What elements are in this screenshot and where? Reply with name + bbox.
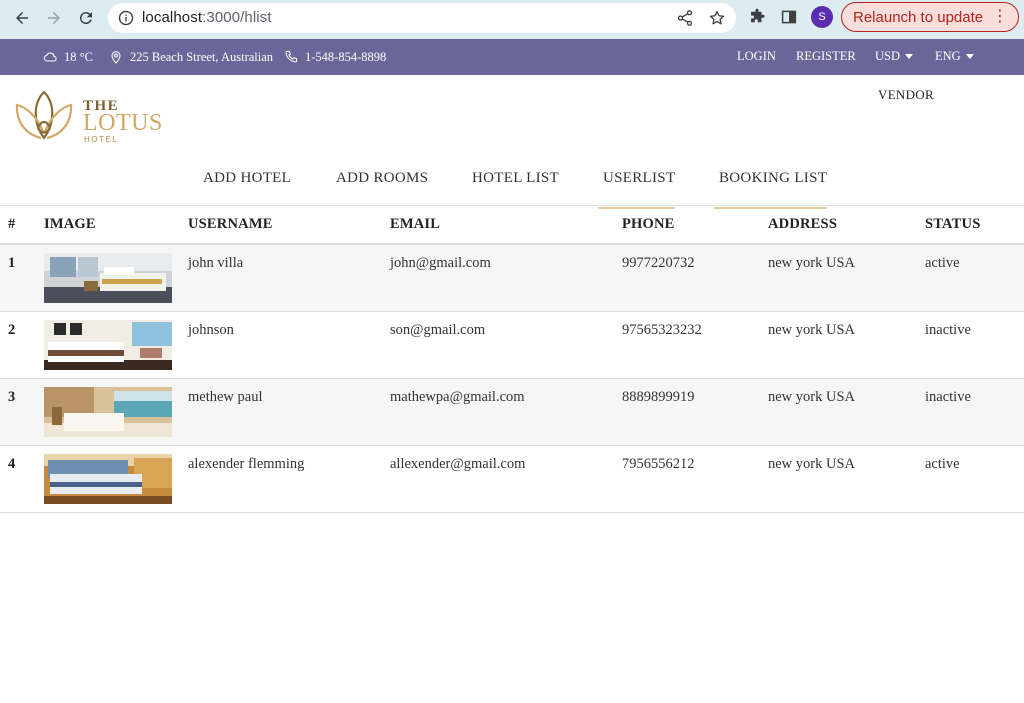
vendor-link[interactable]: VENDOR xyxy=(878,87,934,103)
nav-booking-list[interactable]: BOOKING LIST xyxy=(713,170,828,209)
email-cell: john@gmail.com xyxy=(390,255,491,271)
column-header-address: ADDRESS xyxy=(768,216,838,232)
hotel-room-image xyxy=(44,320,172,370)
nav-add-hotel[interactable]: ADD HOTEL xyxy=(203,170,291,187)
url-host: localhost xyxy=(142,9,203,26)
status-cell: active xyxy=(925,255,960,271)
info-icon[interactable] xyxy=(118,10,134,26)
status-cell: active xyxy=(925,456,960,472)
address-cell: new york USA xyxy=(768,255,855,271)
currency-label: USD xyxy=(875,49,901,63)
room-thumbnail xyxy=(44,320,172,370)
share-icon[interactable] xyxy=(676,9,694,27)
phone-text: 1-548-854-8898 xyxy=(305,49,387,64)
phone-icon xyxy=(285,50,298,63)
username-cell: johnson xyxy=(188,322,234,338)
column-header-phone: PHONE xyxy=(622,216,675,232)
logo-hotel-text: HOTEL xyxy=(84,135,119,144)
relaunch-update-button[interactable]: Relaunch to update ⋮ xyxy=(841,2,1019,32)
column-header-email: EMAIL xyxy=(390,216,441,232)
row-index: 1 xyxy=(8,255,16,271)
url-text: localhost:3000/hlist xyxy=(142,9,272,26)
address-text: 225 Beach Street, Australian xyxy=(130,49,274,64)
arrow-right-icon xyxy=(48,12,60,24)
nav-add-rooms[interactable]: ADD ROOMS xyxy=(336,170,428,187)
room-thumbnail xyxy=(44,387,172,437)
table-header-row: # IMAGE USERNAME EMAIL PHONE ADDRESS STA… xyxy=(0,207,1024,245)
phone-cell: 9977220732 xyxy=(622,255,695,271)
column-header-username: USERNAME xyxy=(188,216,273,232)
room-thumbnail xyxy=(44,454,172,504)
caret-down-icon xyxy=(965,54,974,59)
reload-button[interactable] xyxy=(74,6,98,30)
relaunch-label: Relaunch to update xyxy=(853,8,984,26)
site-logo[interactable]: THE LOTUS HOTEL xyxy=(14,88,164,146)
url-path: :3000/hlist xyxy=(202,9,272,26)
login-label: LOGIN xyxy=(737,49,776,63)
user-table: # IMAGE USERNAME EMAIL PHONE ADDRESS STA… xyxy=(0,207,1024,513)
arrow-left-icon xyxy=(16,12,28,24)
nav-userlist[interactable]: USERLIST xyxy=(597,170,676,209)
address-bar[interactable]: localhost:3000/hlist xyxy=(108,3,736,33)
more-vert-icon[interactable]: ⋮ xyxy=(992,8,1008,26)
table-row[interactable]: 4 alexender flemming allexender@gmail.co… xyxy=(0,446,1024,513)
extensions-puzzle-icon[interactable] xyxy=(748,8,766,26)
table-row[interactable]: 2 johnson son@gmail.com 97565323232 new … xyxy=(0,312,1024,379)
language-label: ENG xyxy=(935,49,961,63)
reload-icon xyxy=(79,12,92,25)
main-navigation: ADD HOTEL ADD ROOMS HOTEL LIST USERLIST … xyxy=(0,150,1024,209)
back-button[interactable] xyxy=(10,6,34,30)
phone-cell: 7956556212 xyxy=(622,456,695,472)
address-cell: new york USA xyxy=(768,456,855,472)
row-index: 3 xyxy=(8,389,16,405)
email-cell: mathewpa@gmail.com xyxy=(390,389,525,405)
table-row[interactable]: 1 john villa john@gmail.com 9977220732 n… xyxy=(0,245,1024,312)
address-cell: new york USA xyxy=(768,322,855,338)
username-cell: methew paul xyxy=(188,389,263,405)
hotel-room-image xyxy=(44,454,172,504)
room-thumbnail xyxy=(44,253,172,303)
language-dropdown[interactable]: ENG xyxy=(935,49,974,64)
currency-dropdown[interactable]: USD xyxy=(875,49,914,64)
hotel-room-image xyxy=(44,253,172,303)
forward-button[interactable] xyxy=(42,6,66,30)
side-panel-icon[interactable] xyxy=(780,8,798,26)
email-cell: son@gmail.com xyxy=(390,322,486,338)
username-cell: john villa xyxy=(188,255,244,271)
register-label: REGISTER xyxy=(796,49,856,63)
top-info-bar: 18 °C 225 Beach Street, Australian 1-548… xyxy=(0,39,1024,75)
phone-info: 1-548-854-8898 xyxy=(283,49,386,65)
status-cell: inactive xyxy=(925,322,971,338)
login-link[interactable]: LOGIN xyxy=(737,49,776,64)
lotus-logo-icon xyxy=(15,90,73,140)
register-link[interactable]: REGISTER xyxy=(796,49,856,64)
column-header-index: # xyxy=(8,216,16,232)
nav-hotel-list[interactable]: HOTEL LIST xyxy=(472,170,559,187)
status-cell: inactive xyxy=(925,389,971,405)
column-header-status: STATUS xyxy=(925,216,981,232)
weather-text: 18 °C xyxy=(64,49,93,64)
phone-cell: 97565323232 xyxy=(622,322,702,338)
browser-toolbar: localhost:3000/hlist S Relaunch to updat… xyxy=(0,0,1024,39)
bookmark-star-icon[interactable] xyxy=(708,9,726,27)
caret-down-icon xyxy=(905,54,914,59)
column-header-image: IMAGE xyxy=(44,216,96,232)
cloud-icon xyxy=(43,52,57,62)
weather-info: 18 °C xyxy=(42,49,93,65)
location-pin-icon xyxy=(111,51,121,64)
row-index: 2 xyxy=(8,322,16,338)
hotel-room-image xyxy=(44,387,172,437)
phone-cell: 8889899919 xyxy=(622,389,695,405)
table-row[interactable]: 3 methew paul mathewpa@gmail.com 8889899… xyxy=(0,379,1024,446)
row-index: 4 xyxy=(8,456,16,472)
email-cell: allexender@gmail.com xyxy=(390,456,526,472)
logo-lotus-text: LOTUS xyxy=(83,110,163,136)
address-info: 225 Beach Street, Australian xyxy=(108,49,273,65)
profile-avatar[interactable]: S xyxy=(811,6,833,28)
address-cell: new york USA xyxy=(768,389,855,405)
username-cell: alexender flemming xyxy=(188,456,305,472)
